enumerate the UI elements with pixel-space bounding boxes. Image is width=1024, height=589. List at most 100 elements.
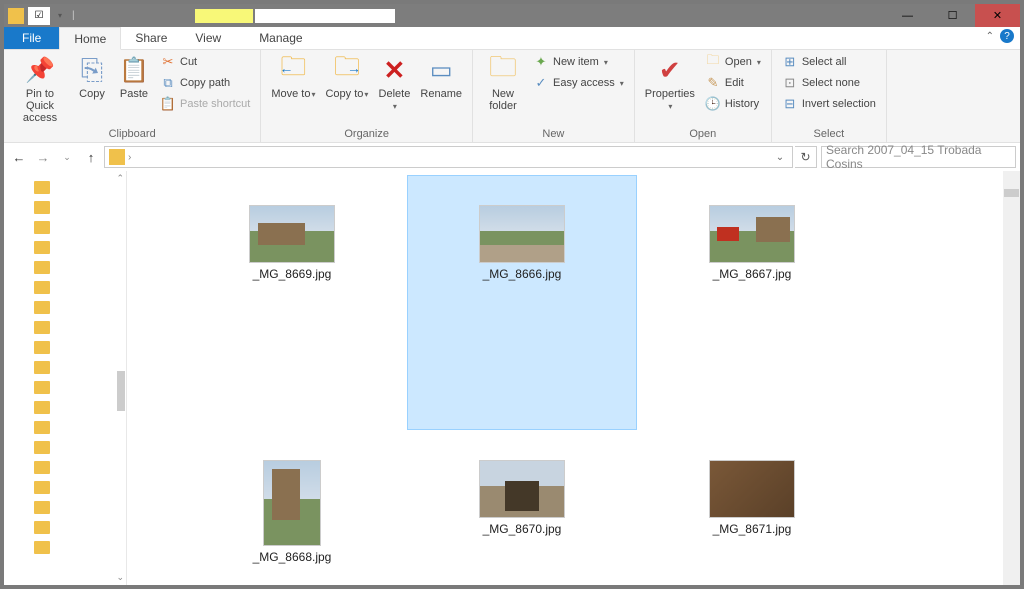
copy-path-label: Copy path [180,77,230,89]
ribbon-group-organize: 🗀 Move to▾ 🗀 Copy to▾ ✕ Delete▾ ▭ Rename… [261,50,473,142]
body: ⌃ ⌄ _MG_8669.jpg_MG_8666.jpg_MG_8667.jpg… [4,171,1020,585]
file-list[interactable]: _MG_8669.jpg_MG_8666.jpg_MG_8667.jpg_MG_… [127,171,1020,585]
minimize-button[interactable]: — [885,4,930,27]
navbar: ← → ⌄ ↑ › ⌄ ↻ Search 2007_04_15 Trobada … [4,143,1020,171]
paste-label: Paste [120,88,148,100]
file-item[interactable]: _MG_8669.jpg [177,175,407,430]
tree-folder-item[interactable] [4,177,126,197]
tab-view[interactable]: View [181,27,235,49]
select-none-icon: ⊡ [782,75,798,91]
tree-scrollbar-thumb[interactable] [117,371,125,411]
tree-folder-item[interactable] [4,297,126,317]
tab-share[interactable]: Share [121,27,181,49]
ribbon-tabs: File Home Share View Manage ⌃ ? [4,27,1020,50]
rename-button[interactable]: ▭ Rename [416,52,466,102]
folder-icon [34,401,50,414]
copy-button[interactable]: ⎘ Copy [72,52,112,102]
tree-folder-item[interactable] [4,477,126,497]
tree-folder-item[interactable] [4,237,126,257]
properties-button[interactable]: ✔ Properties▾ [641,52,699,114]
move-to-button[interactable]: 🗀 Move to▾ [267,52,319,102]
copy-to-button[interactable]: 🗀 Copy to▾ [321,52,372,102]
tree-folder-item[interactable] [4,257,126,277]
breadcrumb-separator[interactable]: › [128,152,131,163]
tree-scroll-up[interactable]: ⌃ [116,173,124,184]
nav-back-button[interactable]: ← [8,146,30,168]
new-folder-button[interactable]: 🗀 New folder [479,52,527,114]
folder-icon [34,481,50,494]
collapse-ribbon-icon[interactable]: ⌃ [986,31,994,42]
paste-button[interactable]: 📋 Paste [114,52,154,102]
easy-access-button[interactable]: ✓ Easy access ▾ [529,73,628,93]
file-name: _MG_8671.jpg [713,522,792,536]
delete-label: Delete▾ [379,88,411,112]
address-history-dropdown[interactable]: ⌄ [772,152,788,163]
tree-folder-item[interactable] [4,197,126,217]
tree-folder-item[interactable] [4,317,126,337]
file-item[interactable]: _MG_8671.jpg [637,430,867,585]
folder-icon [34,501,50,514]
folder-icon [34,281,50,294]
select-all-button[interactable]: ⊞ Select all [778,52,880,72]
copy-path-button[interactable]: ⧉ Copy path [156,73,254,93]
tree-scroll-down[interactable]: ⌄ [116,572,124,583]
tree-folder-item[interactable] [4,497,126,517]
content-scrollbar-thumb[interactable] [1004,189,1019,197]
copy-label: Copy [79,88,105,100]
window-controls: — ☐ ✕ [885,4,1020,27]
titlebar-title [195,9,885,23]
invert-selection-button[interactable]: ⊟ Invert selection [778,94,880,114]
ribbon-group-clipboard: 📌 Pin to Quick access ⎘ Copy 📋 Paste ✂ C… [4,50,261,142]
refresh-button[interactable]: ↻ [795,146,817,168]
file-item[interactable]: _MG_8667.jpg [637,175,867,430]
folder-icon [34,181,50,194]
open-icon: 🗀 [705,54,721,70]
new-item-button[interactable]: ✦ New item ▾ [529,52,628,72]
tab-home[interactable]: Home [59,27,121,50]
nav-recent-button[interactable]: ⌄ [56,146,78,168]
tree-folder-item[interactable] [4,537,126,557]
pin-to-quick-access-button[interactable]: 📌 Pin to Quick access [10,52,70,126]
file-item[interactable]: _MG_8670.jpg [407,430,637,585]
select-none-button[interactable]: ⊡ Select none [778,73,880,93]
help-icon[interactable]: ? [1000,29,1014,43]
nav-up-button[interactable]: ↑ [80,146,102,168]
tree-folder-item[interactable] [4,357,126,377]
select-none-label: Select none [802,77,860,89]
paste-shortcut-button[interactable]: 📋 Paste shortcut [156,94,254,114]
qat-customize-icon[interactable]: ▾ [54,11,66,20]
tree-folder-item[interactable] [4,417,126,437]
rename-label: Rename [420,88,462,100]
nav-forward-button[interactable]: → [32,146,54,168]
address-folder-icon [109,149,125,165]
content-scrollbar[interactable] [1003,171,1020,585]
properties-icon: ✔ [654,54,686,86]
copy-icon: ⎘ [76,54,108,86]
edit-button[interactable]: ✎ Edit [701,73,765,93]
tree-folder-item[interactable] [4,397,126,417]
tree-folder-item[interactable] [4,217,126,237]
tree-folder-item[interactable] [4,377,126,397]
qat-properties-icon[interactable]: ☑ [28,7,50,25]
folder-icon [34,381,50,394]
cut-button[interactable]: ✂ Cut [156,52,254,72]
close-button[interactable]: ✕ [975,4,1020,27]
tree-folder-item[interactable] [4,277,126,297]
folder-icon [34,261,50,274]
tree-folder-item[interactable] [4,457,126,477]
nav-pane[interactable]: ⌃ ⌄ [4,171,127,585]
maximize-button[interactable]: ☐ [930,4,975,27]
tree-folder-item[interactable] [4,437,126,457]
address-bar[interactable]: › ⌄ [104,146,793,168]
edit-label: Edit [725,77,744,89]
delete-button[interactable]: ✕ Delete▾ [374,52,414,114]
tab-manage[interactable]: Manage [245,27,316,49]
tree-folder-item[interactable] [4,517,126,537]
file-item[interactable]: _MG_8666.jpg [407,175,637,430]
history-button[interactable]: 🕒 History [701,94,765,114]
file-item[interactable]: _MG_8668.jpg [177,430,407,585]
tab-file[interactable]: File [4,27,59,49]
tree-folder-item[interactable] [4,337,126,357]
open-button[interactable]: 🗀 Open ▾ [701,52,765,72]
search-input[interactable]: Search 2007_04_15 Trobada Cosins [821,146,1016,168]
